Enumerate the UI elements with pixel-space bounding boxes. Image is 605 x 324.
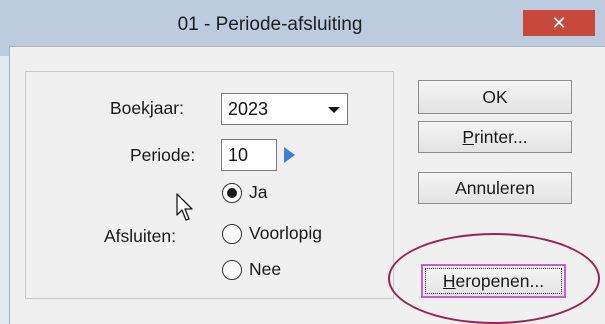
annuleren-button[interactable]: Annuleren: [418, 172, 572, 204]
radio-nee[interactable]: [222, 260, 242, 280]
radio-voorlopig-label[interactable]: Voorlopig: [249, 223, 322, 244]
printer-label: rinter...: [474, 126, 528, 147]
close-icon: ✕: [551, 12, 567, 34]
dropdown-arrow-icon: [328, 107, 340, 113]
boekjaar-label: Boekjaar:: [110, 98, 184, 118]
dialog-window: 01 - Periode-afsluiting ✕ Boekjaar: 2023…: [0, 0, 605, 324]
periode-label: Periode:: [130, 145, 196, 165]
boekjaar-value: 2023: [228, 99, 269, 119]
window-title: 01 - Periode-afsluiting: [177, 14, 363, 35]
radio-selected-dot: [227, 188, 237, 198]
afsluiten-label: Afsluiten:: [104, 226, 176, 246]
printer-accelerator: P: [462, 126, 475, 147]
radio-voorlopig[interactable]: [222, 224, 242, 244]
heropenen-label: eropenen...: [455, 270, 545, 291]
heropenen-accelerator: H: [442, 270, 456, 291]
printer-button[interactable]: Printer...: [418, 121, 572, 153]
heropenen-button[interactable]: Heropenen...: [421, 264, 566, 298]
periode-value: 10: [228, 145, 249, 165]
ok-button[interactable]: OK: [418, 80, 572, 114]
mouse-cursor-icon: [176, 193, 193, 221]
next-period-arrow-icon[interactable]: [284, 147, 295, 163]
periode-input[interactable]: 10: [221, 139, 277, 171]
radio-ja[interactable]: [222, 183, 242, 203]
radio-nee-label[interactable]: Nee: [249, 259, 281, 280]
close-button[interactable]: ✕: [523, 10, 595, 36]
boekjaar-dropdown[interactable]: 2023: [221, 93, 348, 125]
radio-ja-label[interactable]: Ja: [249, 182, 267, 203]
